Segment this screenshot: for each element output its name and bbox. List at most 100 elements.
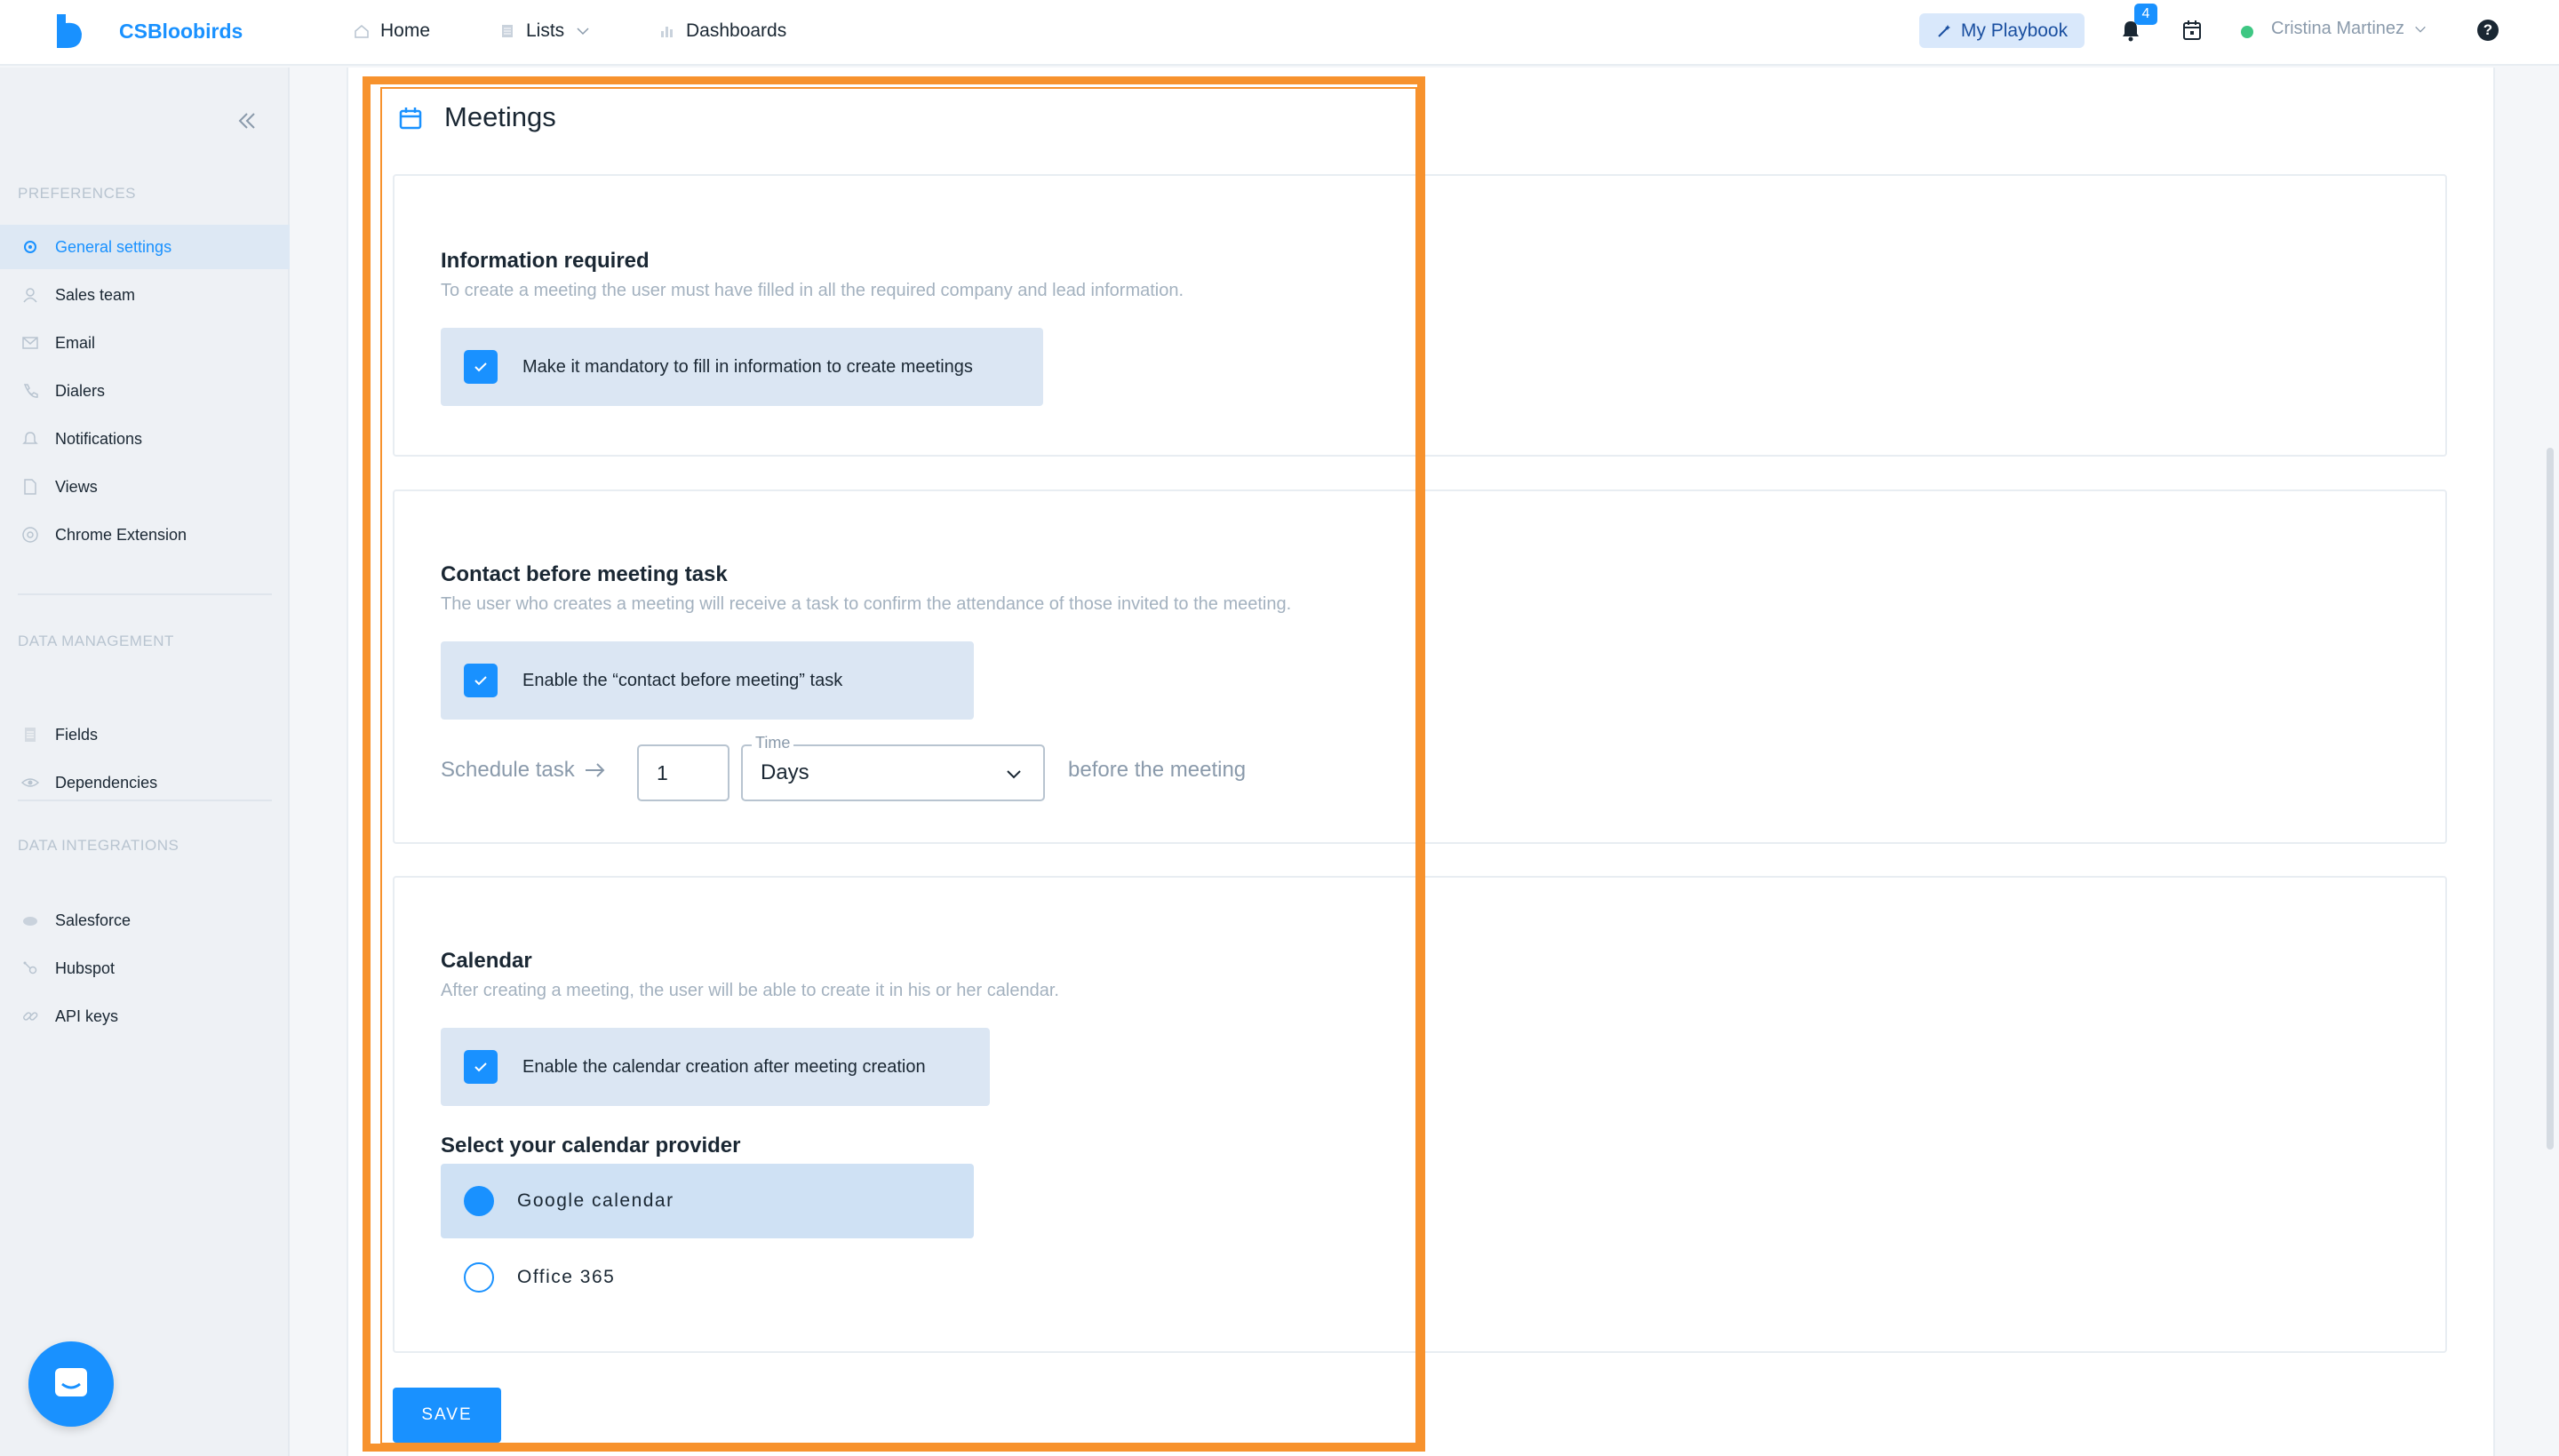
- section-title-data-management: DATA MANAGEMENT: [18, 633, 174, 649]
- sidebar-item-fields[interactable]: Fields: [0, 712, 290, 757]
- eye-icon: [21, 778, 39, 787]
- collapse-sidebar-icon[interactable]: [235, 108, 259, 133]
- info-required-subtitle: To create a meeting the user must have f…: [441, 281, 1184, 300]
- user-menu[interactable]: Cristina Martinez: [2271, 19, 2427, 39]
- sidebar-item-label: Email: [55, 333, 96, 352]
- hubspot-icon: [23, 961, 37, 975]
- chat-icon: [55, 1368, 87, 1396]
- sidebar-item-hubspot[interactable]: Hubspot: [0, 946, 290, 991]
- section-title-preferences: PREFERENCES: [18, 185, 137, 202]
- sidebar-item-salesforce[interactable]: Salesforce: [0, 898, 290, 943]
- cloud-icon: [23, 917, 37, 926]
- scrollbar[interactable]: [2547, 448, 2554, 1150]
- info-required-title: Information required: [441, 249, 650, 273]
- contact-before-subtitle: The user who creates a meeting will rece…: [441, 594, 1292, 614]
- sidebar-item-label: Dialers: [55, 381, 106, 400]
- checkbox-label: Enable the “contact before meeting” task: [522, 670, 843, 690]
- provider-label: Google calendar: [517, 1190, 674, 1211]
- calendar-subtitle: After creating a meeting, the user will …: [441, 981, 1059, 1000]
- my-playbook-label: My Playbook: [1960, 20, 2069, 41]
- file-icon: [24, 479, 36, 495]
- contact-before-title: Contact before meeting task: [441, 562, 728, 586]
- bell-icon: [22, 432, 38, 444]
- calendar-creation-checkbox[interactable]: Enable the calendar creation after meeti…: [441, 1028, 990, 1106]
- notifications-badge: 4: [2134, 4, 2157, 25]
- chrome-icon: [22, 527, 38, 543]
- provider-option-google[interactable]: Google calendar: [441, 1164, 974, 1238]
- sidebar-item-api-keys[interactable]: API keys: [0, 994, 290, 1038]
- app-title[interactable]: CSBloobirds: [119, 17, 243, 45]
- section-title-data-integrations: DATA INTEGRATIONS: [18, 837, 179, 854]
- chevron-down-icon: [2415, 26, 2426, 33]
- sidebar-item-chrome-extension[interactable]: Chrome Extension: [0, 513, 290, 557]
- phone-icon: [23, 384, 38, 398]
- sidebar-item-label: General settings: [55, 237, 172, 256]
- page-title: Meetings: [444, 101, 556, 132]
- sidebar-item-email[interactable]: Email: [0, 321, 290, 365]
- sidebar-item-label: API keys: [55, 1006, 119, 1025]
- checkbox-label: Make it mandatory to fill in information…: [522, 356, 973, 377]
- save-button[interactable]: SAVE: [393, 1388, 501, 1443]
- nav-lists[interactable]: Lists: [499, 17, 591, 45]
- calendar-icon[interactable]: [2182, 20, 2202, 41]
- wand-icon: [1938, 24, 1950, 37]
- sidebar-item-label: Notifications: [55, 429, 143, 448]
- check-icon: [474, 362, 487, 372]
- calendar-icon: [399, 107, 422, 130]
- sidebar-item-dialers[interactable]: Dialers: [0, 369, 290, 413]
- checkbox-checked[interactable]: [464, 664, 498, 697]
- radio-selected[interactable]: [464, 1186, 494, 1216]
- checkbox-checked[interactable]: [464, 350, 498, 384]
- sidebar-divider: [18, 593, 272, 595]
- sidebar-item-label: Salesforce: [55, 911, 132, 929]
- provider-label: Office 365: [517, 1267, 616, 1287]
- bar-chart-icon: [661, 27, 673, 37]
- online-status-dot: [2241, 26, 2253, 38]
- help-icon[interactable]: ?: [2477, 20, 2499, 41]
- schedule-task-text: Schedule task: [441, 758, 575, 782]
- sidebar-item-dependencies[interactable]: Dependencies: [0, 760, 290, 805]
- time-unit-select[interactable]: Days: [741, 744, 1045, 801]
- sidebar-item-label: Fields: [55, 725, 99, 744]
- my-playbook-button[interactable]: My Playbook: [1919, 13, 2085, 48]
- check-icon: [474, 676, 487, 686]
- nav-lists-label: Lists: [526, 20, 565, 41]
- checkbox-label: Enable the calendar creation after meeti…: [522, 1056, 926, 1077]
- chevron-down-icon: [577, 28, 589, 36]
- list-icon: [502, 25, 513, 37]
- sidebar-item-general-settings[interactable]: General settings: [0, 225, 290, 269]
- info-required-card: [393, 174, 2447, 457]
- nav-home[interactable]: Home: [354, 17, 430, 45]
- link-icon: [23, 1012, 38, 1021]
- gear-icon: [24, 241, 36, 253]
- calendar-title: Calendar: [441, 949, 532, 973]
- list-icon: [25, 728, 36, 742]
- nav-dashboards-label: Dashboards: [686, 20, 787, 41]
- sidebar-divider: [18, 800, 272, 801]
- bloobirds-logo-icon[interactable]: [53, 12, 85, 50]
- chat-launcher-button[interactable]: [28, 1341, 114, 1427]
- provider-option-office365[interactable]: Office 365: [441, 1240, 974, 1315]
- arrow-right-icon: [585, 763, 605, 777]
- nav-dashboards[interactable]: Dashboards: [659, 17, 786, 45]
- sidebar: PREFERENCES General settings Sales team …: [0, 68, 290, 1456]
- check-icon: [474, 1062, 487, 1072]
- sidebar-item-label: Hubspot: [55, 959, 116, 977]
- sidebar-item-label: Dependencies: [55, 773, 158, 792]
- schedule-amount-input[interactable]: 1: [637, 744, 729, 801]
- schedule-task-label: Schedule task: [441, 758, 607, 783]
- sidebar-item-label: Views: [55, 477, 98, 496]
- checkbox-checked[interactable]: [464, 1050, 498, 1084]
- contact-before-checkbox[interactable]: Enable the “contact before meeting” task: [441, 641, 974, 720]
- time-select-label: Time: [752, 733, 794, 752]
- sidebar-item-label: Chrome Extension: [55, 525, 187, 544]
- chevron-down-icon[interactable]: [1004, 764, 1024, 784]
- provider-title: Select your calendar provider: [441, 1134, 741, 1158]
- radio-unselected[interactable]: [464, 1262, 494, 1293]
- sidebar-item-notifications[interactable]: Notifications: [0, 417, 290, 461]
- mandatory-info-checkbox[interactable]: Make it mandatory to fill in information…: [441, 328, 1043, 406]
- nav-home-label: Home: [380, 20, 431, 41]
- sidebar-item-sales-team[interactable]: Sales team: [0, 273, 290, 317]
- user-icon: [23, 288, 37, 303]
- sidebar-item-views[interactable]: Views: [0, 465, 290, 509]
